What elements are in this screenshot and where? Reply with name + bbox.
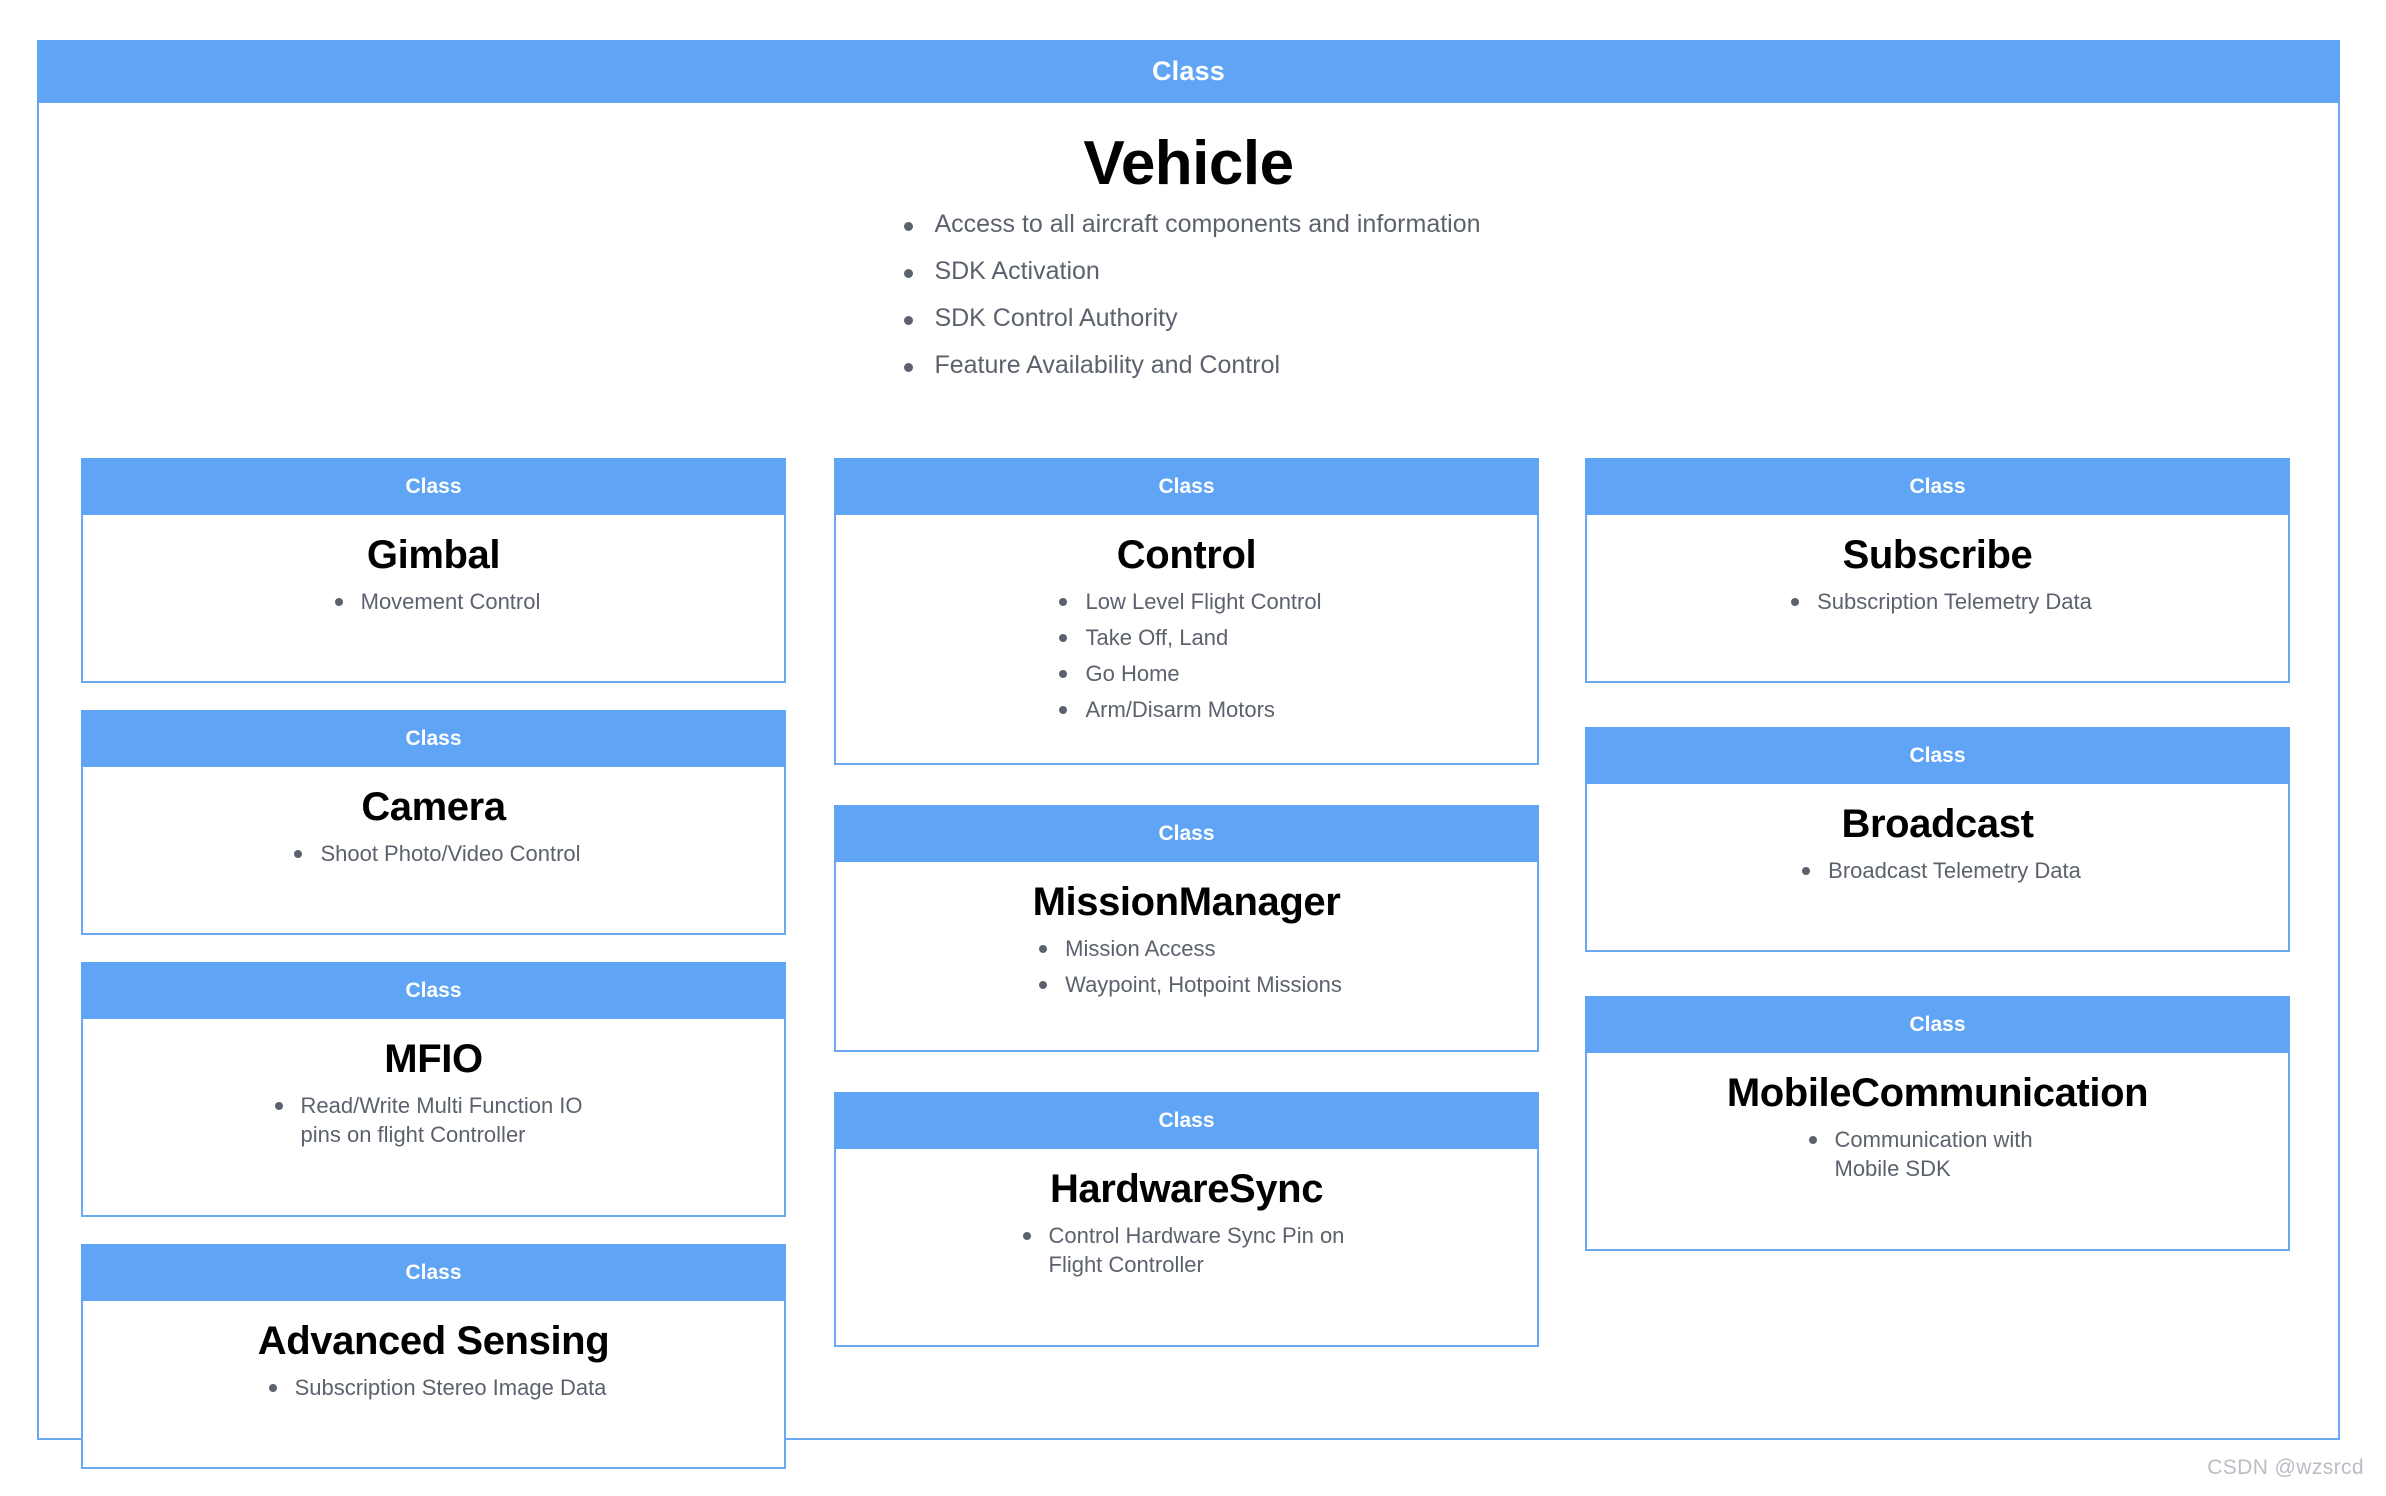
card-title: HardwareSync [1049,1167,1324,1211]
card-header-label: Class [834,805,1539,862]
column-middle: Class Control Low Level Flight Control T… [834,458,1539,1387]
card-feature-list: Subscription Telemetry Data [1783,587,2092,616]
card-feature-list: Broadcast Telemetry Data [1794,856,2081,885]
card-feature-list: Mission Access Waypoint, Hotpoint Missio… [1031,934,1342,999]
list-item: Read/Write Multi Function IO pins on fli… [267,1091,601,1149]
class-card-hardwaresync[interactable]: Class HardwareSync Control Hardware Sync… [834,1092,1539,1347]
list-item: SDK Activation [896,259,1480,284]
card-body: Gimbal Movement Control [81,515,786,683]
card-title: Camera [361,785,506,829]
card-header-label: Class [834,458,1539,515]
card-body: Advanced Sensing Subscription Stereo Ima… [81,1301,786,1469]
vehicle-feature-list: Access to all aircraft components and in… [896,212,1481,378]
list-item: Broadcast Telemetry Data [1794,856,2081,885]
column-right: Class Subscribe Subscription Telemetry D… [1585,458,2290,1295]
root-class-body: Vehicle Access to all aircraft component… [37,103,2340,1469]
card-feature-list: Movement Control [327,587,540,616]
card-body: Control Low Level Flight Control Take Of… [834,515,1539,765]
vehicle-title: Vehicle [1083,129,1294,198]
card-header-label: Class [81,458,786,515]
list-item: Movement Control [327,587,540,616]
list-item: Subscription Stereo Image Data [261,1373,606,1402]
list-item: Subscription Telemetry Data [1783,587,2092,616]
list-item: Mission Access [1031,934,1342,963]
class-card-gimbal[interactable]: Class Gimbal Movement Control [81,458,786,683]
card-title: Gimbal [366,533,501,577]
list-item: Shoot Photo/Video Control [286,839,581,868]
list-item: Waypoint, Hotpoint Missions [1031,970,1342,999]
column-left: Class Gimbal Movement Control Class Came… [81,458,786,1496]
card-body: MFIO Read/Write Multi Function IO pins o… [81,1019,786,1217]
class-card-control[interactable]: Class Control Low Level Flight Control T… [834,458,1539,765]
vehicle-class-block: Vehicle Access to all aircraft component… [39,103,2338,378]
list-item: Take Off, Land [1051,623,1321,652]
class-card-advanced-sensing[interactable]: Class Advanced Sensing Subscription Ster… [81,1244,786,1469]
class-card-subscribe[interactable]: Class Subscribe Subscription Telemetry D… [1585,458,2290,683]
class-card-camera[interactable]: Class Camera Shoot Photo/Video Control [81,710,786,935]
card-header-label: Class [81,962,786,1019]
card-header-label: Class [1585,996,2290,1053]
root-class-header: Class [37,40,2340,103]
card-body: MissionManager Mission Access Waypoint, … [834,862,1539,1052]
card-body: Broadcast Broadcast Telemetry Data [1585,784,2290,952]
class-columns: Class Gimbal Movement Control Class Came… [39,458,2338,1469]
card-feature-list: Low Level Flight Control Take Off, Land … [1051,587,1322,724]
card-feature-list: Shoot Photo/Video Control [286,839,581,868]
list-item: Low Level Flight Control [1051,587,1322,616]
class-card-missionmanager[interactable]: Class MissionManager Mission Access Wayp… [834,805,1539,1052]
card-body: MobileCommunication Communication with M… [1585,1053,2290,1251]
card-feature-list: Control Hardware Sync Pin on Flight Cont… [1015,1221,1359,1279]
card-title: Broadcast [1841,802,2034,846]
card-title: Control [1116,533,1257,577]
card-title: Advanced Sensing [257,1319,610,1363]
card-feature-list: Read/Write Multi Function IO pins on fli… [267,1091,601,1149]
watermark-text: CSDN @wzsrcd [2207,1456,2364,1479]
list-item: Go Home [1051,659,1321,688]
card-header-label: Class [1585,458,2290,515]
card-header-label: Class [1585,727,2290,784]
list-item: Arm/Disarm Motors [1051,695,1321,724]
card-header-label: Class [81,710,786,767]
card-header-label: Class [834,1092,1539,1149]
card-title: MFIO [384,1037,483,1081]
card-title: Subscribe [1842,533,2033,577]
root-class-box: Class Vehicle Access to all aircraft com… [37,40,2340,1469]
list-item: Feature Availability and Control [896,353,1480,378]
list-item: SDK Control Authority [896,306,1480,331]
list-item: Access to all aircraft components and in… [896,212,1481,237]
card-title: MissionManager [1032,880,1341,924]
card-title: MobileCommunication [1726,1071,2149,1115]
class-card-mobilecommunication[interactable]: Class MobileCommunication Communication … [1585,996,2290,1251]
list-item: Communication with Mobile SDK [1801,1125,2075,1183]
class-card-broadcast[interactable]: Class Broadcast Broadcast Telemetry Data [1585,727,2290,952]
card-feature-list: Subscription Stereo Image Data [261,1373,606,1402]
card-body: HardwareSync Control Hardware Sync Pin o… [834,1149,1539,1347]
card-header-label: Class [81,1244,786,1301]
card-body: Camera Shoot Photo/Video Control [81,767,786,935]
class-card-mfio[interactable]: Class MFIO Read/Write Multi Function IO … [81,962,786,1217]
list-item: Control Hardware Sync Pin on Flight Cont… [1015,1221,1359,1279]
card-body: Subscribe Subscription Telemetry Data [1585,515,2290,683]
card-feature-list: Communication with Mobile SDK [1801,1125,2075,1183]
